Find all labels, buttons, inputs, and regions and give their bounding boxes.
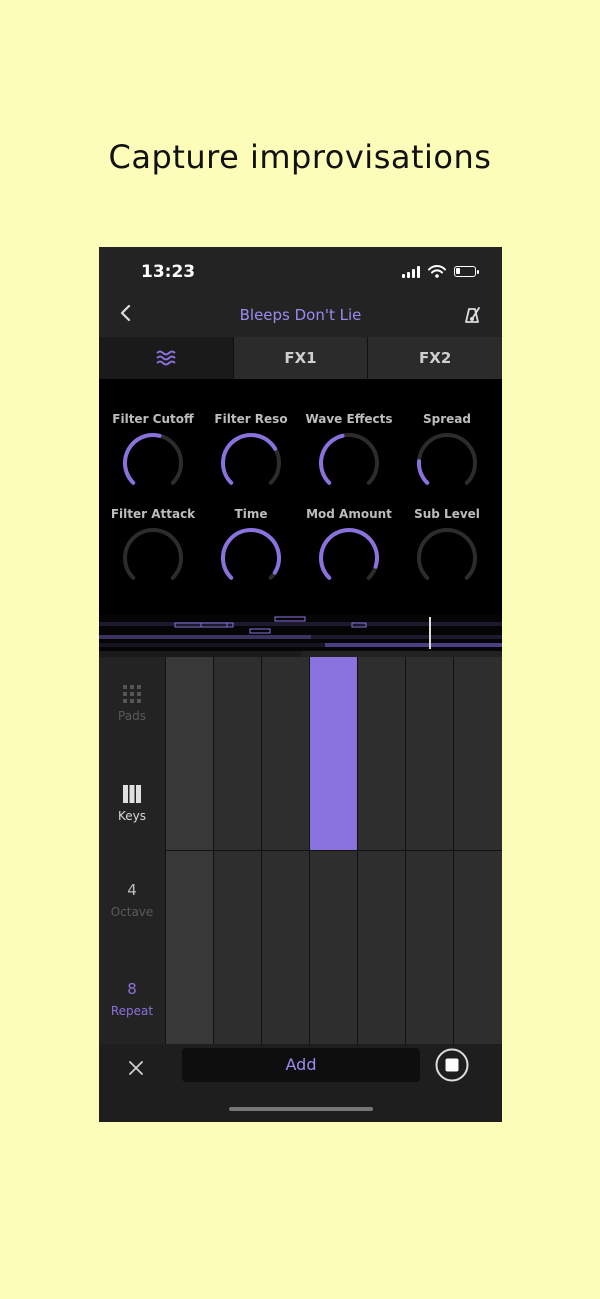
knob-filter-reso[interactable]: Filter Reso — [201, 412, 301, 492]
battery-icon — [454, 266, 479, 277]
knob-dial — [123, 433, 183, 485]
song-title[interactable]: Bleeps Don't Lie — [99, 306, 502, 324]
key-grid — [165, 657, 502, 1044]
phone-screen: 13:23 Bleeps Don't Lie FX1 FX2 Filter Cu… — [99, 247, 502, 1122]
knob-value-arc — [319, 433, 345, 485]
note-timeline[interactable] — [99, 615, 502, 657]
wave-icon — [156, 350, 176, 366]
knob-label: Filter Reso — [214, 412, 288, 426]
knob-sub-level[interactable]: Sub Level — [397, 507, 497, 587]
knob-label: Time — [234, 507, 268, 521]
metronome-icon — [465, 307, 480, 323]
knob-mod-amount[interactable]: Mod Amount — [299, 507, 399, 587]
octave-label: Octave — [110, 905, 154, 919]
knob-label: Spread — [423, 412, 471, 426]
mode-keys-label: Keys — [117, 809, 146, 823]
close-icon — [129, 1061, 143, 1075]
status-time: 13:23 — [141, 262, 196, 282]
metronome-button[interactable] — [462, 305, 482, 329]
tab-fx1[interactable]: FX1 — [232, 337, 368, 379]
knob-wave-effects[interactable]: Wave Effects — [299, 412, 399, 492]
stop-record-button[interactable] — [435, 1048, 469, 1082]
knob-label: Wave Effects — [305, 412, 393, 426]
knob-dial — [221, 433, 281, 485]
stop-icon — [435, 1048, 469, 1082]
key-pad[interactable] — [310, 851, 357, 1044]
headline: Capture improvisations — [108, 138, 492, 176]
tab-bar: FX1 FX2 — [99, 337, 502, 379]
key-pad[interactable] — [262, 851, 309, 1044]
tab-wave[interactable] — [99, 337, 233, 379]
octave-control[interactable]: 4 Octave — [99, 881, 165, 919]
knob-value-arc — [319, 528, 379, 580]
knob-spread[interactable]: Spread — [397, 412, 497, 492]
grid-icon — [123, 685, 141, 703]
signal-icon — [402, 265, 420, 278]
knob-dial — [319, 433, 379, 485]
knob-dial — [417, 528, 477, 580]
repeat-control[interactable]: 8 Repeat — [99, 980, 165, 1018]
mode-keys[interactable]: Keys — [99, 785, 165, 823]
knob-filter-attack[interactable]: Filter Attack — [103, 507, 203, 587]
close-button[interactable] — [129, 1056, 143, 1080]
repeat-label: Repeat — [110, 1004, 154, 1018]
knob-value-arc — [221, 528, 281, 580]
tab-fx2[interactable]: FX2 — [367, 337, 502, 379]
knob-track — [417, 433, 477, 485]
key-pad[interactable] — [358, 851, 405, 1044]
key-pad[interactable] — [166, 851, 213, 1044]
knob-dial — [221, 528, 281, 580]
key-pad-active[interactable] — [310, 657, 357, 850]
knob-value-arc — [123, 433, 162, 485]
key-pad[interactable] — [166, 657, 213, 850]
knob-time[interactable]: Time — [201, 507, 301, 587]
knob-dial — [319, 528, 379, 580]
key-pad[interactable] — [406, 657, 453, 850]
mode-pads[interactable]: Pads — [99, 685, 165, 723]
knob-filter-cutoff[interactable]: Filter Cutoff — [103, 412, 203, 492]
knob-dial — [123, 528, 183, 580]
add-button[interactable]: Add — [182, 1048, 420, 1082]
keys-icon — [123, 785, 141, 803]
octave-value: 4 — [127, 881, 137, 899]
knob-label: Mod Amount — [306, 507, 392, 521]
timeline-canvas — [99, 616, 502, 657]
top-bar: 13:23 Bleeps Don't Lie — [99, 247, 502, 337]
wifi-icon — [428, 265, 446, 278]
knob-label: Filter Cutoff — [112, 412, 194, 426]
repeat-value: 8 — [127, 980, 137, 998]
status-icons — [402, 265, 479, 278]
bottom-bar: Add — [99, 1044, 502, 1122]
knob-label: Sub Level — [414, 507, 480, 521]
home-indicator — [229, 1107, 373, 1111]
key-pad[interactable] — [358, 657, 405, 850]
knob-track — [123, 528, 183, 580]
key-pad[interactable] — [262, 657, 309, 850]
key-pad[interactable] — [214, 657, 261, 850]
key-pad[interactable] — [214, 851, 261, 1044]
key-pad[interactable] — [406, 851, 453, 1044]
knob-label: Filter Attack — [110, 507, 196, 521]
knob-panel: Filter Cutoff Filter Reso Wave Effects S… — [99, 379, 502, 615]
knob-track — [417, 528, 477, 580]
mode-pads-label: Pads — [118, 709, 146, 723]
key-pad[interactable] — [454, 657, 502, 850]
knob-value-arc — [417, 459, 430, 485]
mode-sidebar: Pads Keys 4 Octave 8 Repeat — [99, 657, 165, 1044]
knob-dial — [417, 433, 477, 485]
key-pad[interactable] — [454, 851, 502, 1044]
knob-value-arc — [221, 433, 278, 485]
